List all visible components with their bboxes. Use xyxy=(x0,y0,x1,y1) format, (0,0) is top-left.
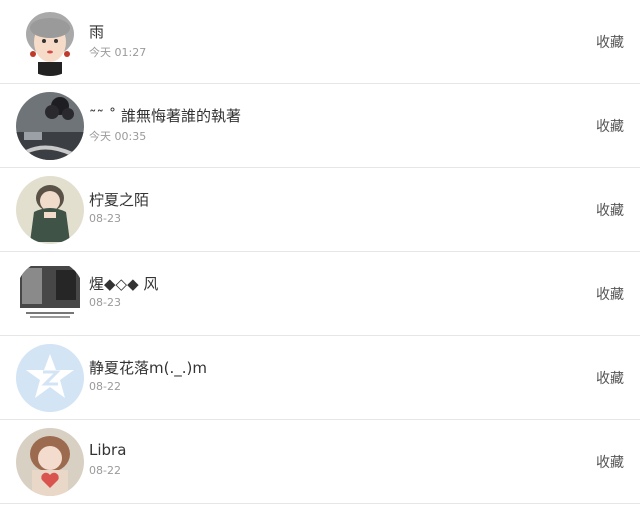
list-item[interactable]: 煋◆◇◆ 风 08-23 收藏 xyxy=(0,252,640,336)
contact-name: 柠夏之陌 xyxy=(89,191,150,209)
bw-photo-avatar[interactable] xyxy=(16,260,84,328)
timestamp: 08-22 xyxy=(89,380,121,393)
favorite-button[interactable]: 收藏 xyxy=(596,452,624,472)
timestamp: 08-22 xyxy=(89,464,121,477)
timestamp: 08-23 xyxy=(89,212,121,225)
default-qq-avatar[interactable] xyxy=(16,344,84,412)
favorite-button[interactable]: 收藏 xyxy=(596,32,624,52)
favorite-button[interactable]: 收藏 xyxy=(596,200,624,220)
list-item[interactable]: Libra 08-22 收藏 xyxy=(0,420,640,504)
girl-heart-avatar[interactable] xyxy=(16,428,84,496)
list-item[interactable]: 静夏花落m(._.)m 08-22 收藏 xyxy=(0,336,640,420)
timestamp: 今天 00:35 xyxy=(89,130,147,143)
timestamp: 今天 01:27 xyxy=(89,46,147,59)
friend-list: 雨 今天 01:27 收藏 ˜˜ ˚ 誰無悔著誰的執著 今天 00:35 收藏 xyxy=(0,0,640,504)
list-item[interactable]: 柠夏之陌 08-23 收藏 xyxy=(0,168,640,252)
contact-name: 静夏花落m(._.)m xyxy=(89,359,207,377)
contact-name: Libra xyxy=(89,441,127,459)
timestamp: 08-23 xyxy=(89,296,121,309)
list-item[interactable]: ˜˜ ˚ 誰無悔著誰的執著 今天 00:35 收藏 xyxy=(0,84,640,168)
girl-cartoon-avatar[interactable] xyxy=(16,8,84,76)
contact-name: 煋◆◇◆ 风 xyxy=(89,275,159,293)
list-item[interactable]: 雨 今天 01:27 收藏 xyxy=(0,0,640,84)
contact-name: ˜˜ ˚ 誰無悔著誰的執著 xyxy=(89,107,242,125)
dark-flowers-avatar[interactable] xyxy=(16,92,84,160)
favorite-button[interactable]: 收藏 xyxy=(596,116,624,136)
favorite-button[interactable]: 收藏 xyxy=(596,284,624,304)
favorite-button[interactable]: 收藏 xyxy=(596,368,624,388)
girl-green-dress-avatar[interactable] xyxy=(16,176,84,244)
contact-name: 雨 xyxy=(89,23,105,41)
